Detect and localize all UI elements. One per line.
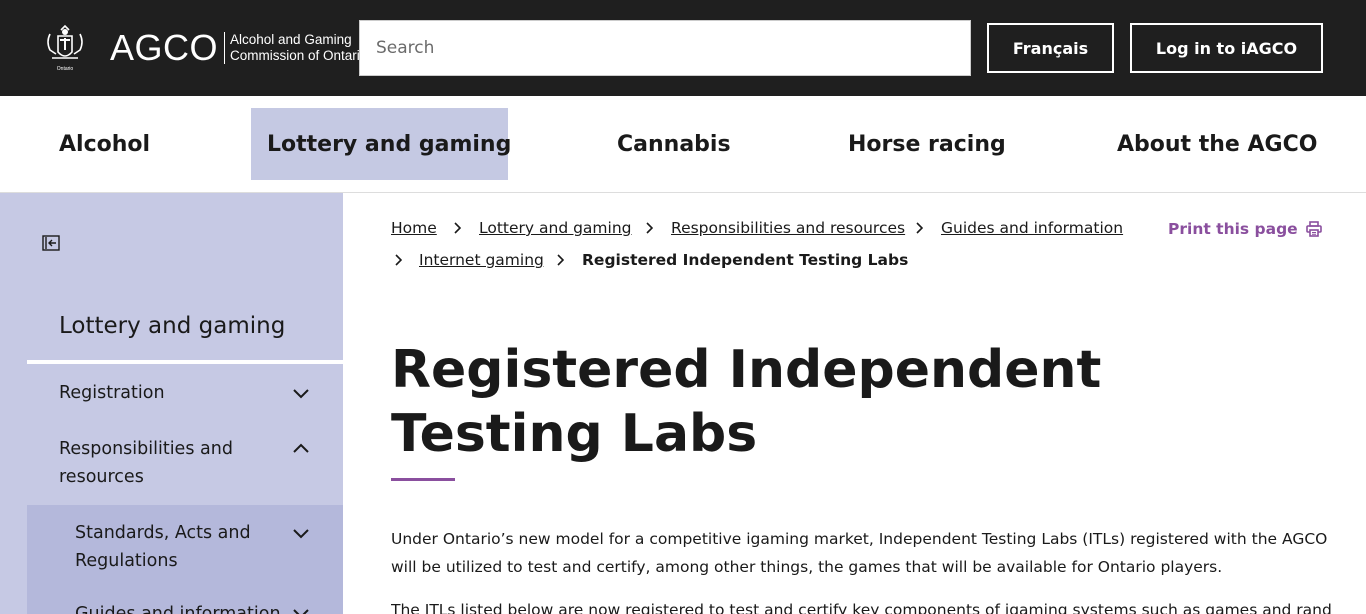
sidebar-item-registration[interactable]: Registration: [59, 379, 165, 407]
logo-wordmark: AGCO: [110, 27, 219, 68]
nav-item-about-the-agco[interactable]: About the AGCO: [1117, 108, 1317, 180]
chevron-up-icon[interactable]: [292, 442, 310, 454]
chevron-down-icon[interactable]: [292, 388, 310, 400]
sidebar-item-responsibilities-and-resources[interactable]: Responsibilities and resources: [59, 435, 259, 491]
chevron-right-icon: [395, 254, 402, 266]
sidebar-item-label: Standards, Acts and Regulations: [75, 523, 251, 571]
chevron-right-icon: [916, 222, 923, 234]
sidebar-item-label: Responsibilities and resources: [59, 439, 233, 487]
chevron-down-icon[interactable]: [292, 528, 310, 540]
search-input[interactable]: [360, 21, 970, 75]
login-button[interactable]: Log in to iAGCO: [1130, 23, 1323, 73]
logo-subtitle-line2: Commission of Ontario: [230, 48, 368, 63]
nav-item-horse-racing[interactable]: Horse racing: [848, 108, 1006, 180]
chevron-right-icon: [557, 254, 564, 266]
nav-item-cannabis[interactable]: Cannabis: [617, 108, 731, 180]
breadcrumb-responsibilities-and-resources[interactable]: Responsibilities and resources: [671, 219, 905, 237]
logo-subtitle: Alcohol and Gaming Commission of Ontario: [230, 32, 367, 64]
chevron-right-icon: [454, 222, 461, 234]
title-accent-rule: [391, 478, 455, 481]
page-title: Registered Independent Testing Labs: [391, 340, 1102, 464]
print-label: Print this page: [1168, 220, 1298, 238]
sidebar-item-label: Guides and information: [75, 604, 281, 614]
agco-logo[interactable]: Ontario AGCO Alcohol and Gaming Commissi…: [42, 24, 367, 72]
nav-item-alcohol[interactable]: Alcohol: [59, 108, 150, 180]
search-box: [359, 20, 971, 76]
second-paragraph: The ITLs listed below are now registered…: [391, 601, 1331, 614]
printer-icon: [1305, 221, 1322, 237]
sidebar-title[interactable]: Lottery and gaming: [59, 313, 285, 339]
breadcrumb-lottery-and-gaming[interactable]: Lottery and gaming: [479, 219, 632, 237]
logo-divider: [224, 32, 226, 64]
sidebar-item-standards-acts-and-regulations[interactable]: Standards, Acts and Regulations: [75, 519, 265, 575]
sidebar-item-guides-and-information[interactable]: Guides and information: [75, 600, 281, 614]
nav-item-lottery-and-gaming[interactable]: Lottery and gaming: [251, 108, 511, 180]
logo-subtitle-line1: Alcohol and Gaming: [230, 32, 352, 47]
sidebar-title-divider: [27, 360, 343, 364]
breadcrumb-home[interactable]: Home: [391, 219, 437, 237]
svg-text:Ontario: Ontario: [57, 66, 74, 72]
breadcrumb-guides-and-information[interactable]: Guides and information: [941, 219, 1123, 237]
breadcrumb-current: Registered Independent Testing Labs: [582, 251, 909, 269]
main-navigation: Alcohol Lottery and gaming Cannabis Hors…: [0, 96, 1366, 193]
site-header: Ontario AGCO Alcohol and Gaming Commissi…: [0, 0, 1366, 96]
chevron-right-icon: [646, 222, 653, 234]
chevron-down-icon[interactable]: [292, 608, 310, 614]
intro-paragraph: Under Ontario’s new model for a competit…: [391, 530, 1328, 576]
print-page-link[interactable]: Print this page: [1168, 220, 1322, 238]
ontario-crest-icon: Ontario: [47, 24, 83, 72]
collapse-sidebar-icon[interactable]: [42, 234, 60, 252]
breadcrumb-internet-gaming[interactable]: Internet gaming: [419, 251, 544, 269]
language-toggle-button[interactable]: Français: [987, 23, 1114, 73]
sidebar-item-label: Registration: [59, 383, 165, 403]
